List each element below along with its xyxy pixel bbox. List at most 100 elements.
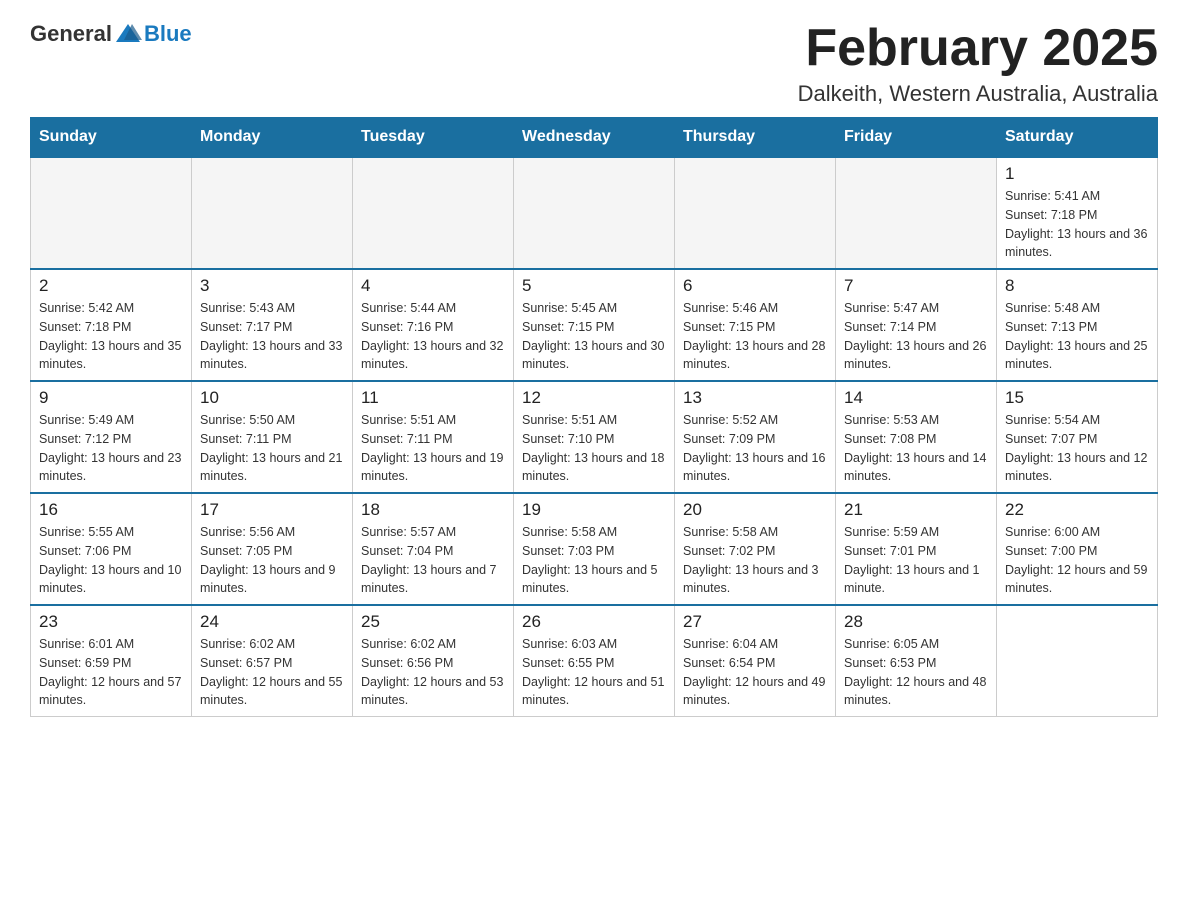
day-info: Sunrise: 5:58 AMSunset: 7:02 PMDaylight:… bbox=[683, 523, 827, 598]
calendar-cell: 3Sunrise: 5:43 AMSunset: 7:17 PMDaylight… bbox=[192, 269, 353, 381]
day-info: Sunrise: 5:56 AMSunset: 7:05 PMDaylight:… bbox=[200, 523, 344, 598]
page-header: General Blue February 2025 Dalkeith, Wes… bbox=[30, 20, 1158, 107]
calendar-cell: 17 Sunrise: 5:56 AMSunset: 7:05 PMDayligh… bbox=[192, 493, 353, 605]
day-info: Sunrise: 6:03 AMSunset: 6:55 PMDaylight:… bbox=[522, 635, 666, 710]
calendar-week-row: 16Sunrise: 5:55 AMSunset: 7:06 PMDayligh… bbox=[31, 493, 1158, 605]
day-number: 20 bbox=[683, 500, 827, 520]
day-number: 2 bbox=[39, 276, 183, 296]
logo: General Blue bbox=[30, 20, 192, 48]
calendar-cell: 7 Sunrise: 5:47 AMSunset: 7:14 PMDaylight… bbox=[836, 269, 997, 381]
day-of-week-header: Sunday bbox=[31, 118, 192, 158]
calendar-cell: 25Sunrise: 6:02 AMSunset: 6:56 PMDayligh… bbox=[353, 605, 514, 717]
calendar-cell: 26 Sunrise: 6:03 AMSunset: 6:55 PMDayligh… bbox=[514, 605, 675, 717]
day-info: Sunrise: 5:48 AMSunset: 7:13 PMDaylight:… bbox=[1005, 299, 1149, 374]
logo-general-text: General bbox=[30, 21, 112, 47]
day-number: 6 bbox=[683, 276, 827, 296]
day-number: 3 bbox=[200, 276, 344, 296]
day-info: Sunrise: 5:46 AMSunset: 7:15 PMDaylight:… bbox=[683, 299, 827, 374]
day-number: 11 bbox=[361, 388, 505, 408]
day-number: 14 bbox=[844, 388, 988, 408]
calendar-cell: 2 Sunrise: 5:42 AMSunset: 7:18 PMDaylight… bbox=[31, 269, 192, 381]
day-number: 21 bbox=[844, 500, 988, 520]
day-info: Sunrise: 5:50 AMSunset: 7:11 PMDaylight:… bbox=[200, 411, 344, 486]
day-of-week-header: Saturday bbox=[997, 118, 1158, 158]
day-of-week-header: Friday bbox=[836, 118, 997, 158]
calendar-cell bbox=[675, 157, 836, 269]
calendar-cell: 14 Sunrise: 5:53 AMSunset: 7:08 PMDayligh… bbox=[836, 381, 997, 493]
calendar-cell bbox=[31, 157, 192, 269]
calendar-cell: 22Sunrise: 6:00 AMSunset: 7:00 PMDayligh… bbox=[997, 493, 1158, 605]
day-info: Sunrise: 5:51 AMSunset: 7:10 PMDaylight:… bbox=[522, 411, 666, 486]
day-of-week-header: Thursday bbox=[675, 118, 836, 158]
day-info: Sunrise: 5:59 AMSunset: 7:01 PMDaylight:… bbox=[844, 523, 988, 598]
day-number: 17 bbox=[200, 500, 344, 520]
calendar-cell: 16Sunrise: 5:55 AMSunset: 7:06 PMDayligh… bbox=[31, 493, 192, 605]
calendar-cell bbox=[514, 157, 675, 269]
logo-icon bbox=[114, 20, 142, 48]
day-info: Sunrise: 5:44 AMSunset: 7:16 PMDaylight:… bbox=[361, 299, 505, 374]
calendar-cell: 9 Sunrise: 5:49 AMSunset: 7:12 PMDaylight… bbox=[31, 381, 192, 493]
day-number: 5 bbox=[522, 276, 666, 296]
day-info: Sunrise: 6:05 AMSunset: 6:53 PMDaylight:… bbox=[844, 635, 988, 710]
day-info: Sunrise: 5:49 AMSunset: 7:12 PMDaylight:… bbox=[39, 411, 183, 486]
day-number: 13 bbox=[683, 388, 827, 408]
day-number: 9 bbox=[39, 388, 183, 408]
day-number: 12 bbox=[522, 388, 666, 408]
day-info: Sunrise: 5:41 AMSunset: 7:18 PMDaylight:… bbox=[1005, 187, 1149, 262]
calendar-cell: 5 Sunrise: 5:45 AMSunset: 7:15 PMDaylight… bbox=[514, 269, 675, 381]
calendar-cell: 10 Sunrise: 5:50 AMSunset: 7:11 PMDayligh… bbox=[192, 381, 353, 493]
day-info: Sunrise: 5:42 AMSunset: 7:18 PMDaylight:… bbox=[39, 299, 183, 374]
calendar-cell: 20 Sunrise: 5:58 AMSunset: 7:02 PMDayligh… bbox=[675, 493, 836, 605]
month-title: February 2025 bbox=[798, 20, 1158, 77]
calendar-cell: 12 Sunrise: 5:51 AMSunset: 7:10 PMDayligh… bbox=[514, 381, 675, 493]
day-of-week-header: Tuesday bbox=[353, 118, 514, 158]
calendar-table: SundayMondayTuesdayWednesdayThursdayFrid… bbox=[30, 117, 1158, 717]
calendar-cell: 24 Sunrise: 6:02 AMSunset: 6:57 PMDayligh… bbox=[192, 605, 353, 717]
calendar-cell bbox=[353, 157, 514, 269]
day-number: 23 bbox=[39, 612, 183, 632]
day-number: 27 bbox=[683, 612, 827, 632]
day-info: Sunrise: 6:01 AMSunset: 6:59 PMDaylight:… bbox=[39, 635, 183, 710]
title-block: February 2025 Dalkeith, Western Australi… bbox=[798, 20, 1158, 107]
day-number: 26 bbox=[522, 612, 666, 632]
location-title: Dalkeith, Western Australia, Australia bbox=[798, 81, 1158, 107]
day-info: Sunrise: 5:55 AMSunset: 7:06 PMDaylight:… bbox=[39, 523, 183, 598]
day-number: 15 bbox=[1005, 388, 1149, 408]
calendar-cell: 23 Sunrise: 6:01 AMSunset: 6:59 PMDayligh… bbox=[31, 605, 192, 717]
day-info: Sunrise: 5:52 AMSunset: 7:09 PMDaylight:… bbox=[683, 411, 827, 486]
day-info: Sunrise: 5:51 AMSunset: 7:11 PMDaylight:… bbox=[361, 411, 505, 486]
calendar-cell: 21 Sunrise: 5:59 AMSunset: 7:01 PMDayligh… bbox=[836, 493, 997, 605]
day-number: 25 bbox=[361, 612, 505, 632]
day-number: 10 bbox=[200, 388, 344, 408]
calendar-cell: 1 Sunrise: 5:41 AMSunset: 7:18 PMDaylight… bbox=[997, 157, 1158, 269]
day-number: 19 bbox=[522, 500, 666, 520]
calendar-header-row: SundayMondayTuesdayWednesdayThursdayFrid… bbox=[31, 118, 1158, 158]
calendar-cell: 6 Sunrise: 5:46 AMSunset: 7:15 PMDaylight… bbox=[675, 269, 836, 381]
day-info: Sunrise: 5:54 AMSunset: 7:07 PMDaylight:… bbox=[1005, 411, 1149, 486]
calendar-cell: 28 Sunrise: 6:05 AMSunset: 6:53 PMDayligh… bbox=[836, 605, 997, 717]
calendar-cell: 13 Sunrise: 5:52 AMSunset: 7:09 PMDayligh… bbox=[675, 381, 836, 493]
day-info: Sunrise: 6:02 AMSunset: 6:57 PMDaylight:… bbox=[200, 635, 344, 710]
calendar-cell: 27 Sunrise: 6:04 AMSunset: 6:54 PMDayligh… bbox=[675, 605, 836, 717]
day-info: Sunrise: 5:57 AMSunset: 7:04 PMDaylight:… bbox=[361, 523, 505, 598]
calendar-cell bbox=[997, 605, 1158, 717]
day-number: 24 bbox=[200, 612, 344, 632]
day-info: Sunrise: 5:47 AMSunset: 7:14 PMDaylight:… bbox=[844, 299, 988, 374]
calendar-cell bbox=[836, 157, 997, 269]
day-number: 8 bbox=[1005, 276, 1149, 296]
day-of-week-header: Wednesday bbox=[514, 118, 675, 158]
calendar-cell: 18 Sunrise: 5:57 AMSunset: 7:04 PMDayligh… bbox=[353, 493, 514, 605]
day-number: 1 bbox=[1005, 164, 1149, 184]
day-info: Sunrise: 5:45 AMSunset: 7:15 PMDaylight:… bbox=[522, 299, 666, 374]
day-info: Sunrise: 5:53 AMSunset: 7:08 PMDaylight:… bbox=[844, 411, 988, 486]
day-number: 4 bbox=[361, 276, 505, 296]
calendar-week-row: 2 Sunrise: 5:42 AMSunset: 7:18 PMDaylight… bbox=[31, 269, 1158, 381]
day-number: 18 bbox=[361, 500, 505, 520]
day-info: Sunrise: 5:58 AMSunset: 7:03 PMDaylight:… bbox=[522, 523, 666, 598]
calendar-week-row: 1 Sunrise: 5:41 AMSunset: 7:18 PMDaylight… bbox=[31, 157, 1158, 269]
day-number: 7 bbox=[844, 276, 988, 296]
calendar-cell bbox=[192, 157, 353, 269]
day-info: Sunrise: 6:04 AMSunset: 6:54 PMDaylight:… bbox=[683, 635, 827, 710]
day-number: 28 bbox=[844, 612, 988, 632]
day-of-week-header: Monday bbox=[192, 118, 353, 158]
